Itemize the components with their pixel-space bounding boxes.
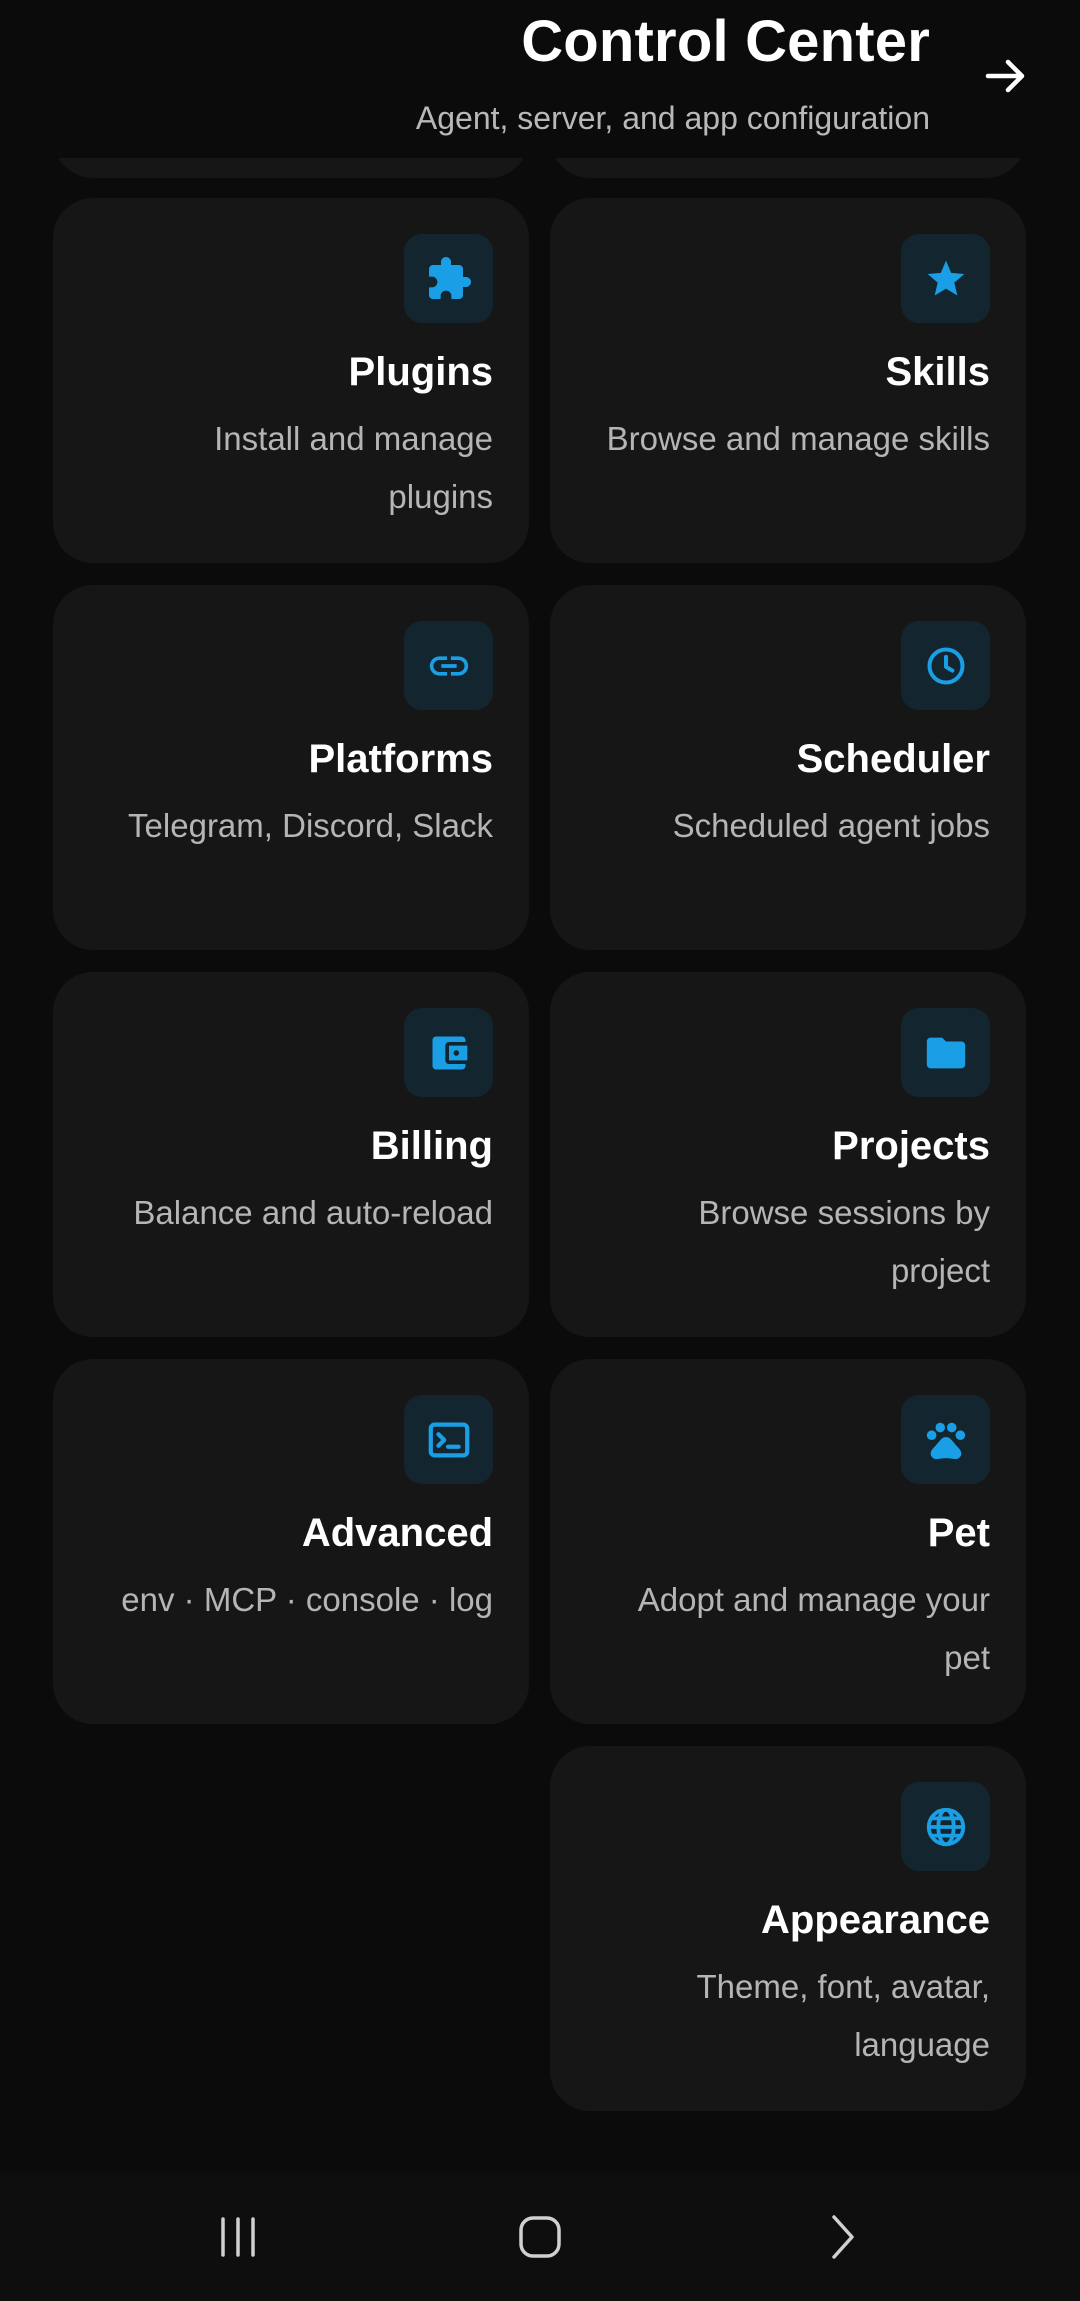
puzzle-icon bbox=[404, 234, 493, 323]
star-icon bbox=[901, 234, 990, 323]
page-title: Control Center bbox=[521, 9, 930, 74]
card-description: Adopt and manage your pet bbox=[637, 1581, 990, 1676]
card-title: Plugins bbox=[348, 350, 493, 394]
card-title: Skills bbox=[885, 350, 990, 394]
control-center-screen: Control Center Agent, server, and app co… bbox=[0, 0, 1080, 2301]
link-icon bbox=[404, 621, 493, 710]
arrow-right-icon[interactable] bbox=[976, 46, 1036, 106]
card-description: Balance and auto-reload bbox=[133, 1194, 493, 1231]
card-platforms[interactable]: Platforms Telegram, Discord, Slack bbox=[53, 585, 529, 950]
header: Control Center Agent, server, and app co… bbox=[0, 0, 1080, 158]
clock-icon bbox=[901, 621, 990, 710]
card-scheduler[interactable]: Scheduler Scheduled agent jobs bbox=[550, 585, 1026, 950]
card-pet[interactable]: Pet Adopt and manage your pet bbox=[550, 1359, 1026, 1724]
card-plugins[interactable]: Plugins Install and manage plugins bbox=[53, 198, 529, 563]
card-projects[interactable]: Projects Browse sessions by project bbox=[550, 972, 1026, 1337]
recents-icon[interactable] bbox=[198, 2207, 278, 2267]
card-description: Install and manage plugins bbox=[214, 420, 493, 515]
card-title: Billing bbox=[370, 1124, 493, 1168]
home-icon[interactable] bbox=[500, 2207, 580, 2267]
card-appearance[interactable]: Appearance Theme, font, avatar, language bbox=[550, 1746, 1026, 2111]
card-description: Browse sessions by project bbox=[698, 1194, 990, 1289]
paw-icon bbox=[901, 1395, 990, 1484]
card-description: env · MCP · console · log bbox=[121, 1581, 493, 1618]
card-skills[interactable]: Skills Browse and manage skills bbox=[550, 198, 1026, 563]
back-chevron-icon[interactable] bbox=[802, 2207, 882, 2267]
card-description: Telegram, Discord, Slack bbox=[128, 807, 493, 844]
card-description: Theme, font, avatar, language bbox=[696, 1968, 991, 2063]
card-title: Scheduler bbox=[796, 737, 990, 781]
card-billing[interactable]: Billing Balance and auto-reload bbox=[53, 972, 529, 1337]
card-title: Pet bbox=[927, 1511, 990, 1555]
folder-icon bbox=[901, 1008, 990, 1097]
page-subtitle: Agent, server, and app configuration bbox=[415, 100, 930, 136]
card-title: Platforms bbox=[308, 737, 494, 781]
card-title: Projects bbox=[832, 1124, 990, 1168]
card-advanced[interactable]: Advanced env · MCP · console · log bbox=[53, 1359, 529, 1724]
card-description: Scheduled agent jobs bbox=[672, 807, 990, 844]
wallet-icon bbox=[404, 1008, 493, 1097]
card-title: Advanced bbox=[301, 1511, 493, 1555]
system-navigation-bar bbox=[0, 2173, 1080, 2301]
card-description: Browse and manage skills bbox=[606, 420, 990, 457]
card-title: Appearance bbox=[761, 1898, 990, 1942]
settings-grid: Plugins Install and manage plugins Skill… bbox=[53, 198, 1026, 2111]
globe-icon bbox=[901, 1782, 990, 1871]
terminal-icon bbox=[404, 1395, 493, 1484]
